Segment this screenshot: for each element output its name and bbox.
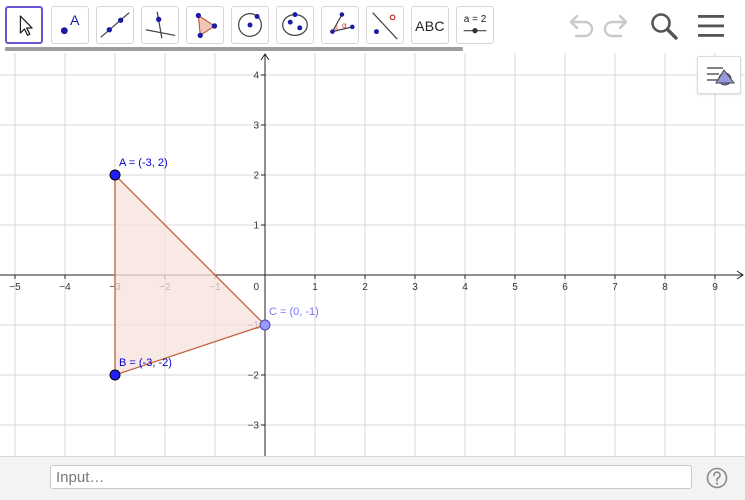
point-b[interactable] [109, 369, 121, 381]
graphics-view[interactable]: −5−4−3−2−1123456789−3−2−112340 A = (-3, … [0, 53, 745, 456]
y-tick-label: −3 [248, 421, 260, 432]
search-icon[interactable] [649, 11, 679, 41]
y-tick-label: 3 [253, 121, 259, 132]
point-tool-label: A [70, 13, 80, 29]
line-tool-icon [100, 12, 130, 38]
style-bar-toggle-icon [707, 67, 736, 86]
toolbar-scrollbar[interactable] [5, 47, 463, 51]
toolbar: A α ABC a = 2 [0, 0, 745, 52]
x-tick-label: 1 [312, 282, 318, 293]
polygon-tool[interactable] [186, 6, 224, 44]
reflect-tool-icon [372, 12, 398, 40]
line-tool[interactable] [96, 6, 134, 44]
x-tick-label: 4 [462, 282, 468, 293]
point-tool-icon: A [60, 13, 80, 35]
y-tick-label: −2 [248, 371, 260, 382]
point-tool[interactable]: A [51, 6, 89, 44]
polygon-tool-icon [195, 12, 218, 39]
point-label-a: A = (-3, 2) [119, 157, 168, 169]
text-tool[interactable]: ABC [411, 6, 449, 44]
x-tick-label: 2 [362, 282, 368, 293]
circle-tool[interactable] [231, 6, 269, 44]
angle-tool-label: α [342, 21, 347, 30]
algebra-input[interactable] [50, 465, 692, 489]
y-tick-label: 1 [253, 221, 259, 232]
ellipse-tool[interactable] [276, 6, 314, 44]
x-tick-label: 7 [612, 282, 618, 293]
text-tool-label: ABC [415, 18, 445, 34]
x-tick-label: 8 [662, 282, 668, 293]
slider-tool[interactable]: a = 2 [456, 6, 494, 44]
x-tick-label: −4 [59, 282, 71, 293]
origin-label: 0 [253, 282, 259, 293]
point-label-c: C = (0, -1) [269, 306, 319, 318]
y-tick-label: 2 [253, 171, 259, 182]
point-label-b: B = (-3, -2) [119, 357, 172, 369]
point-a[interactable] [109, 169, 121, 181]
move-tool[interactable] [5, 6, 43, 44]
perpendicular-line-tool-icon [145, 11, 176, 39]
reflect-tool[interactable] [366, 6, 404, 44]
point-c[interactable] [259, 319, 271, 331]
x-tick-label: −5 [9, 282, 21, 293]
ellipse-tool-icon [282, 12, 308, 37]
style-bar-toggle[interactable] [697, 56, 741, 94]
angle-tool-icon: α [330, 12, 355, 34]
grid [0, 53, 745, 456]
x-tick-label: 5 [512, 282, 518, 293]
axes [0, 53, 744, 456]
menu-icon[interactable] [697, 13, 725, 39]
redo-icon[interactable] [602, 14, 632, 40]
perpendicular-line-tool[interactable] [141, 6, 179, 44]
y-tick-label: 4 [253, 71, 259, 82]
help-icon[interactable] [706, 467, 728, 489]
x-tick-label: 6 [562, 282, 568, 293]
slider-tool-icon [463, 28, 487, 34]
input-bar [0, 456, 745, 500]
move-tool-icon [19, 15, 33, 36]
x-tick-label: 3 [412, 282, 418, 293]
undo-icon[interactable] [565, 14, 595, 40]
circle-tool-icon [238, 13, 262, 37]
x-tick-label: 9 [712, 282, 718, 293]
angle-tool[interactable]: α [321, 6, 359, 44]
